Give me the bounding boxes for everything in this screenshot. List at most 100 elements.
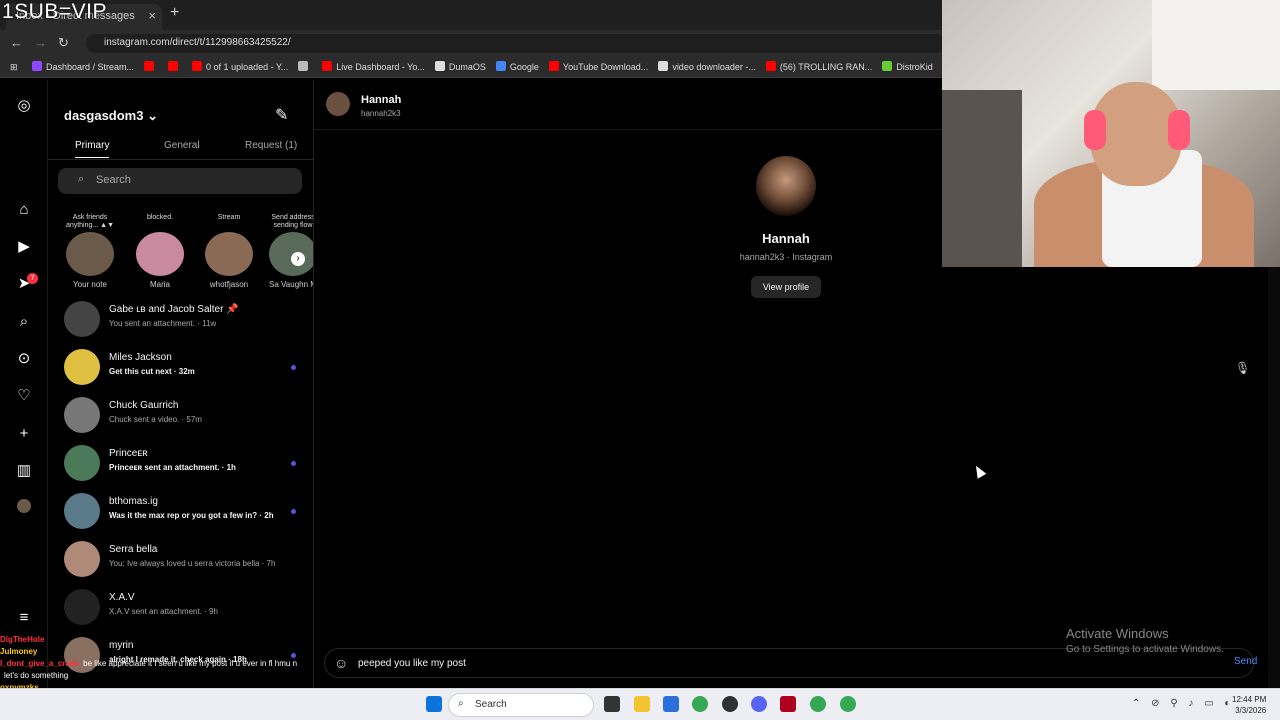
tab-requests[interactable]: Request (1)	[245, 140, 297, 151]
bookmark-item[interactable]: Live Dashboard - Yo...	[322, 61, 425, 72]
close-tab-icon[interactable]: ×	[148, 8, 156, 23]
windows-start-icon[interactable]	[426, 696, 442, 712]
emoji-icon[interactable]: ☺	[334, 655, 348, 671]
note-bubble: blocked.	[146, 214, 174, 221]
bookmark-item[interactable]	[298, 61, 312, 72]
discord-icon[interactable]	[751, 696, 767, 712]
task-view-icon[interactable]	[604, 696, 620, 712]
conversation-name: Miles Jackson	[109, 352, 172, 363]
profile-card: Hannah hannah2k3 · Instagram View profil…	[736, 156, 836, 298]
stream-chat-text: be like appreciate it I seen u like my p…	[83, 659, 298, 668]
bookmark-item[interactable]: (56) TROLLING RAN...	[765, 61, 873, 72]
chrome-active-icon[interactable]	[840, 696, 856, 712]
heart-icon[interactable]: ♡	[15, 387, 33, 405]
reload-icon[interactable]: ↻	[58, 35, 69, 51]
tab-primary[interactable]: Primary	[75, 140, 110, 158]
obs-icon[interactable]	[722, 696, 738, 712]
bookmark-favicon-icon	[548, 61, 559, 71]
system-tray[interactable]: ⌃ ⊘ ⚲ ♪ ▭ ◐	[1132, 698, 1234, 709]
search-input[interactable]: ⌕ Search	[58, 168, 302, 194]
view-profile-button[interactable]: View profile	[750, 276, 822, 298]
bookmark-item[interactable]: DumaOS	[434, 61, 486, 72]
clock[interactable]: 12:44 PM 3/3/2026	[1232, 694, 1266, 716]
home-icon[interactable]: ⌂	[15, 201, 33, 219]
bookmark-item[interactable]: Dashboard / Stream...	[32, 61, 134, 72]
note-label: whotfjason	[209, 280, 249, 289]
conversation-avatar	[64, 301, 100, 337]
compose-icon[interactable]: ✎	[275, 105, 288, 125]
bookmark-favicon-icon	[322, 61, 333, 71]
stream-chat-line: DigTheHole	[0, 634, 320, 646]
bookmark-label: (56) TROLLING RAN...	[779, 62, 873, 72]
bookmark-item[interactable]: 0 of 1 uploaded - Y...	[192, 61, 288, 72]
stream-chat-user: DigTheHole	[0, 635, 45, 644]
profile-avatar-icon[interactable]	[17, 499, 31, 513]
bookmark-label: DistroKid	[896, 62, 933, 72]
message-input[interactable]: peeped you like my post	[358, 658, 466, 669]
forward-arrow-icon[interactable]: →	[34, 35, 47, 50]
new-tab-icon[interactable]: +	[170, 4, 179, 22]
send-button[interactable]: Send	[1234, 656, 1257, 667]
apps-grid-icon[interactable]: ⊞	[10, 62, 18, 73]
reels-icon[interactable]: ▶	[15, 238, 33, 256]
note-bubble: Ask friends anything... ▲▼	[65, 214, 115, 229]
profile-avatar[interactable]	[756, 156, 816, 216]
chat-header-username: hannah2k3	[361, 109, 401, 118]
url-field[interactable]: instagram.com/direct/t/112998663425522/	[86, 34, 946, 53]
unread-dot-icon	[291, 461, 296, 466]
back-arrow-icon[interactable]: ←	[10, 35, 23, 50]
bookmark-item[interactable]: DistroKid	[882, 61, 933, 72]
notes-row: Ask friends anything... ▲▼ Your note block…	[48, 214, 313, 300]
more-menu-icon[interactable]: ≡	[15, 609, 33, 627]
chat-header-name: Hannah	[361, 94, 402, 106]
note-item[interactable]: blocked. Maria	[130, 214, 190, 289]
conversation-preview: You: Ive always loved u serra victoria b…	[109, 559, 276, 568]
conversation-avatar	[64, 589, 100, 625]
webcam-window-background	[1152, 0, 1280, 90]
conversation-item[interactable]: X.A.V X.A.V sent an attachment. · 9h	[64, 589, 313, 637]
bookmark-label: 0 of 1 uploaded - Y...	[206, 62, 289, 72]
headphones-left-icon	[1084, 110, 1106, 150]
instagram-logo-icon[interactable]: ◎	[15, 97, 33, 115]
conversation-item[interactable]: Chuck Gaurrich Chuck sent a video. · 57m	[64, 397, 313, 445]
tab-general[interactable]: General	[164, 140, 200, 151]
conversation-name: bthomas.ig	[109, 496, 158, 507]
conversation-item[interactable]: Serra bella You: Ive always loved u serra…	[64, 541, 313, 589]
note-item[interactable]: Ask friends anything... ▲▼ Your note	[60, 214, 120, 289]
microphone-icon[interactable]: 🎙	[1235, 361, 1250, 375]
chrome-icon[interactable]	[692, 696, 708, 712]
bookmark-item[interactable]	[168, 61, 182, 72]
bookmark-item[interactable]: video downloader -...	[658, 61, 756, 72]
create-icon[interactable]: +	[15, 425, 33, 443]
file-explorer-icon[interactable]	[634, 696, 650, 712]
stream-chat-user: Julmoney	[0, 647, 38, 656]
taskbar-search[interactable]: ⌕ Search	[448, 693, 594, 717]
stream-chat-text: let's do something	[4, 671, 69, 680]
account-switcher[interactable]: dasgasdom3 ⌄	[64, 108, 158, 124]
inbox-tabs: Primary General Request (1)	[48, 138, 313, 160]
conversation-avatar	[64, 493, 100, 529]
note-item[interactable]: Stream whotfjason	[199, 214, 259, 289]
bookmark-item[interactable]: Google	[495, 61, 539, 72]
clock-time: 12:44 PM	[1232, 695, 1267, 704]
profile-subtitle: hannah2k3 · Instagram	[739, 252, 833, 262]
bookmark-item[interactable]	[144, 61, 158, 72]
chat-header-avatar[interactable]	[326, 92, 350, 116]
conversation-name: X.A.V	[109, 592, 135, 603]
dashboard-icon[interactable]: ▥	[15, 462, 33, 480]
conversation-item[interactable]: bthomas.ig Was it the max rep or you got …	[64, 493, 313, 541]
note-label: Your note	[73, 280, 107, 289]
notes-next-arrow-icon[interactable]: ›	[291, 252, 305, 266]
bookmark-label: Live Dashboard - Yo...	[336, 62, 425, 72]
chrome-profile-icon[interactable]	[810, 696, 826, 712]
conversation-item[interactable]: Miles Jackson Get this cut next · 32m	[64, 349, 313, 397]
note-item[interactable]: Send address sending flow Sa Vaughn M	[263, 214, 313, 289]
conversation-item[interactable]: Gabe ʟʙ and Jacob Salter 📌 You sent an at…	[64, 301, 313, 349]
explore-icon[interactable]: ⊙	[15, 350, 33, 368]
bookmark-favicon-icon	[168, 61, 179, 71]
store-icon[interactable]	[663, 696, 679, 712]
search-icon[interactable]: ⌕	[15, 313, 33, 331]
adobe-icon[interactable]	[780, 696, 796, 712]
bookmark-item[interactable]: YouTube Download...	[548, 61, 648, 72]
conversation-item[interactable]: Princeᴇʀ Princeᴇʀ sent an attachment. · 1…	[64, 445, 313, 493]
